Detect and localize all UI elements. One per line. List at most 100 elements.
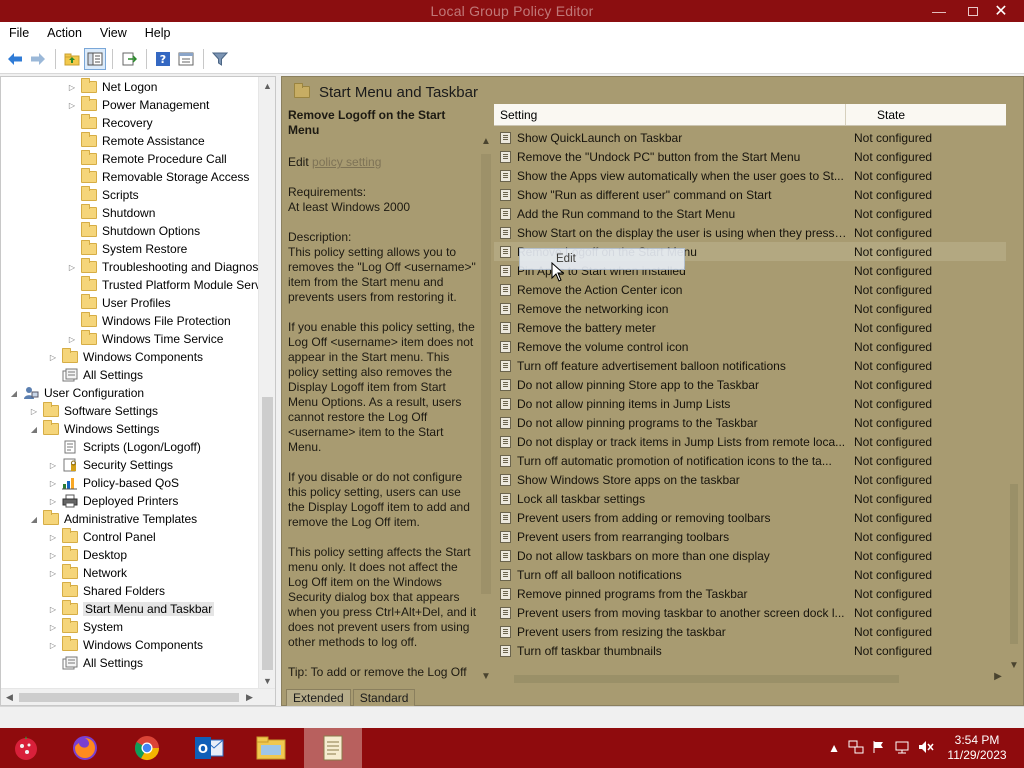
table-row[interactable]: Prevent users from rearranging toolbars N… [494, 527, 1006, 546]
tree-item[interactable]: Scripts (Logon/Logoff) [48, 438, 201, 456]
tree-scroll-thumb[interactable] [262, 397, 273, 670]
tree-item[interactable]: All Settings [48, 654, 143, 672]
tree-hscroll-thumb[interactable] [19, 693, 239, 702]
tree-item[interactable]: ▷ Windows Time Service [67, 330, 223, 348]
table-row[interactable]: Prevent users from moving taskbar to ano… [494, 603, 1006, 622]
tree-item[interactable]: ▷ Windows Components [48, 348, 203, 366]
tree-item[interactable]: Removable Storage Access [67, 168, 249, 186]
table-row[interactable]: Remove the networking icon Not configured [494, 299, 1006, 318]
taskbar-file-explorer[interactable] [242, 728, 300, 768]
table-row[interactable]: Add the Run command to the Start Menu Not… [494, 204, 1006, 223]
tree-vertical-scrollbar[interactable]: ▲ ▼ [258, 77, 275, 689]
properties-button[interactable] [175, 48, 197, 70]
forward-button[interactable] [27, 48, 49, 70]
help-button[interactable]: ? [152, 48, 174, 70]
scroll-right-arrow-icon[interactable]: ▶ [241, 689, 258, 705]
taskbar-firefox[interactable] [56, 728, 114, 768]
tree-item[interactable]: ▷ Troubleshooting and Diagnos [67, 258, 258, 276]
collapse-arrow-icon[interactable]: ◢ [29, 515, 39, 524]
table-row[interactable]: Lock all taskbar settings Not configured [494, 489, 1006, 508]
table-row[interactable]: Show "Run as different user" command on … [494, 185, 1006, 204]
edit-policy-setting-link[interactable]: policy setting [312, 155, 381, 169]
tree-item[interactable]: ◢ User Configuration [9, 384, 144, 402]
scroll-down-arrow-icon[interactable]: ▼ [478, 671, 494, 687]
tree-item[interactable]: ▷ Software Settings [29, 402, 158, 420]
expand-arrow-icon[interactable]: ▷ [48, 641, 58, 650]
tree-item[interactable]: ◢ Windows Settings [29, 420, 159, 438]
tree-item[interactable]: ▷ Deployed Printers [48, 492, 178, 510]
minimize-button[interactable]: — [922, 0, 956, 22]
tree-item[interactable]: ▷ Control Panel [48, 528, 156, 546]
settings-horizontal-scrollbar[interactable]: ▶ [494, 671, 1006, 687]
table-row[interactable]: Turn off all balloon notifications Not co… [494, 565, 1006, 584]
tree-item[interactable]: ▷ Network [48, 564, 127, 582]
table-row[interactable]: Turn off taskbar thumbnails Not configure… [494, 641, 1006, 660]
table-row[interactable]: Show QuickLaunch on Taskbar Not configure… [494, 128, 1006, 147]
table-row[interactable]: Remove the "Undock PC" button from the S… [494, 147, 1006, 166]
menu-view[interactable]: View [91, 26, 136, 40]
tree-item[interactable]: All Settings [48, 366, 143, 384]
tree-horizontal-scrollbar[interactable]: ◀ ▶ [1, 688, 275, 705]
network-devices-icon[interactable] [848, 740, 864, 757]
tree-item[interactable]: Remote Assistance [67, 132, 205, 150]
network-icon[interactable] [894, 740, 910, 757]
taskbar-group-policy-editor[interactable] [304, 728, 362, 768]
expand-arrow-icon[interactable]: ▷ [48, 551, 58, 560]
table-row[interactable]: Remove the Action Center icon Not configu… [494, 280, 1006, 299]
tree-item[interactable]: ▷ Start Menu and Taskbar [48, 600, 215, 618]
volume-muted-icon[interactable] [918, 740, 934, 757]
expand-arrow-icon[interactable]: ▷ [67, 101, 77, 110]
tree-item[interactable]: ▷ Power Management [67, 96, 209, 114]
collapse-arrow-icon[interactable]: ◢ [29, 425, 39, 434]
tree-item[interactable]: Shutdown [67, 204, 155, 222]
tree-item[interactable]: Remote Procedure Call [67, 150, 227, 168]
tree-item[interactable]: Shutdown Options [67, 222, 200, 240]
tree-item[interactable]: Windows File Protection [67, 312, 231, 330]
menu-action[interactable]: Action [38, 26, 91, 40]
show-hidden-icons-icon[interactable]: ▲ [828, 741, 840, 755]
table-row[interactable]: Prevent users from adding or removing to… [494, 508, 1006, 527]
tab-extended[interactable]: Extended [286, 688, 351, 706]
tree-item[interactable]: Recovery [67, 114, 153, 132]
table-row[interactable]: Show Windows Store apps on the taskbar No… [494, 470, 1006, 489]
settings-hscroll-thumb[interactable] [514, 675, 899, 683]
setting-column-header[interactable]: Setting [494, 104, 846, 125]
expand-arrow-icon[interactable]: ▷ [67, 83, 77, 92]
table-row[interactable]: Show Start on the display the user is us… [494, 223, 1006, 242]
expand-arrow-icon[interactable]: ▷ [48, 461, 58, 470]
expand-arrow-icon[interactable]: ▷ [29, 407, 39, 416]
tree-item[interactable]: ▷ Net Logon [67, 78, 157, 96]
tree-item[interactable]: User Profiles [67, 294, 171, 312]
expand-arrow-icon[interactable]: ▷ [48, 623, 58, 632]
menu-file[interactable]: File [0, 26, 38, 40]
description-scroll-thumb[interactable] [481, 154, 491, 594]
tree-item[interactable]: ▷ Desktop [48, 546, 127, 564]
tree-item[interactable]: System Restore [67, 240, 187, 258]
table-row[interactable]: Do not allow pinning programs to the Tas… [494, 413, 1006, 432]
state-column-header[interactable]: State [846, 108, 905, 122]
taskbar-clock[interactable]: 3:54 PM 11/29/2023 [942, 733, 1012, 763]
tree-item[interactable]: ▷ Security Settings [48, 456, 173, 474]
scroll-up-arrow-icon[interactable]: ▲ [478, 136, 494, 152]
collapse-arrow-icon[interactable]: ◢ [9, 389, 19, 398]
table-row[interactable]: Do not allow taskbars on more than one d… [494, 546, 1006, 565]
start-button[interactable] [0, 728, 52, 768]
table-row[interactable]: Turn off feature advertisement balloon n… [494, 356, 1006, 375]
expand-arrow-icon[interactable]: ▷ [48, 497, 58, 506]
expand-arrow-icon[interactable]: ▷ [48, 605, 58, 614]
scroll-right-arrow-icon[interactable]: ▶ [990, 671, 1006, 682]
action-center-flag-icon[interactable] [872, 740, 886, 757]
expand-arrow-icon[interactable]: ▷ [48, 353, 58, 362]
settings-vertical-scrollbar[interactable]: ▼ [1006, 104, 1022, 671]
table-row[interactable]: Do not display or track items in Jump Li… [494, 432, 1006, 451]
back-button[interactable] [4, 48, 26, 70]
table-row[interactable]: Remove the volume control icon Not config… [494, 337, 1006, 356]
scroll-down-arrow-icon[interactable]: ▼ [1006, 660, 1022, 671]
taskbar-outlook[interactable]: O [180, 728, 238, 768]
tree-item[interactable]: ▷ Policy-based QoS [48, 474, 179, 492]
taskbar-chrome[interactable] [118, 728, 176, 768]
tree-item[interactable]: Shared Folders [48, 582, 165, 600]
close-button[interactable]: ✕ [978, 0, 1024, 22]
settings-scroll-thumb[interactable] [1010, 484, 1018, 644]
expand-arrow-icon[interactable]: ▷ [48, 533, 58, 542]
